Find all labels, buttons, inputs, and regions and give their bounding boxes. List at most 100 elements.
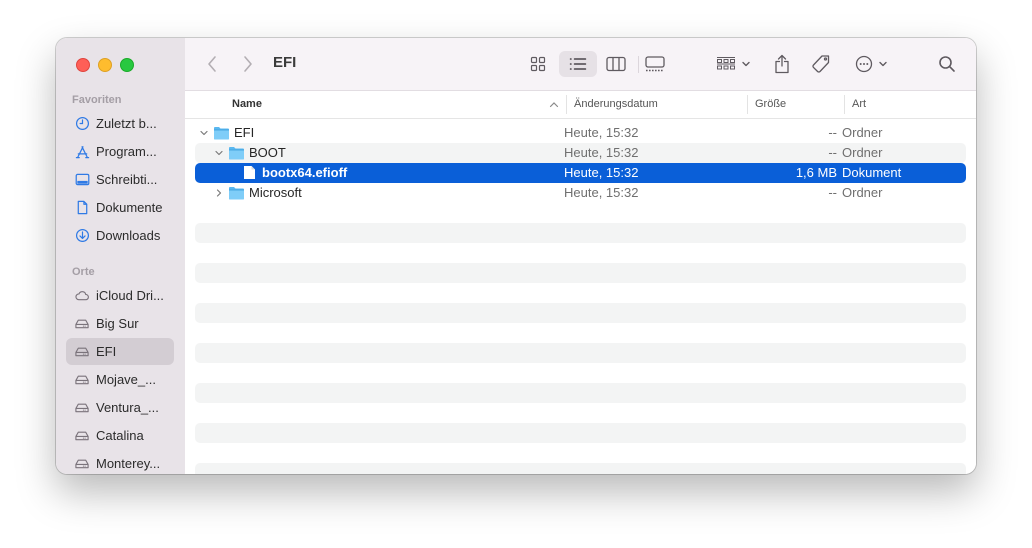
file-name: Microsoft (249, 185, 302, 200)
folder-icon (229, 186, 244, 199)
sidebar-item-label: Program... (96, 144, 157, 159)
kind-cell: Dokument (842, 165, 902, 180)
back-icon (208, 56, 216, 72)
icon-view-button[interactable] (525, 51, 551, 77)
group-button[interactable] (713, 51, 753, 77)
name-cell: EFI (199, 125, 254, 140)
more-actions-button[interactable] (851, 51, 891, 77)
sidebar-item-ventura[interactable]: Ventura_... (66, 394, 174, 421)
sidebar-item-monterey[interactable]: Monterey... (66, 450, 174, 474)
kind-cell: Ordner (842, 145, 883, 160)
date-cell: Heute, 15:32 (564, 185, 639, 200)
column-name[interactable]: Name (232, 98, 262, 110)
chevron-right-icon[interactable] (214, 188, 224, 198)
sidebar-item-label: Zuletzt b... (96, 116, 157, 131)
sidebar-item-label: Schreibti... (96, 172, 158, 187)
folder-icon (229, 146, 244, 159)
chevron-down-icon (878, 61, 887, 67)
sidebar-item-label: EFI (96, 344, 117, 359)
list-view-button[interactable] (559, 51, 597, 77)
cloud-icon (74, 288, 90, 304)
toolbar: EFI (185, 38, 976, 91)
size-cell: 1,6 MB (795, 165, 837, 180)
column-size[interactable]: Größe (755, 98, 786, 110)
empty-row-stripe (195, 383, 966, 403)
tags-button[interactable] (809, 51, 833, 77)
sidebar-item-label: Dokumente (96, 200, 163, 215)
chevron-down-icon[interactable] (199, 128, 209, 138)
name-cell: Microsoft (214, 185, 302, 200)
sidebar-item-mojave[interactable]: Mojave_... (66, 366, 174, 393)
drive-icon (74, 456, 90, 472)
sidebar-item-efi[interactable]: EFI (66, 338, 174, 365)
column-view-button[interactable] (603, 51, 629, 77)
file-name: BOOT (249, 145, 286, 160)
sidebar-item-label: Monterey... (96, 456, 161, 471)
sidebar-item-label: Catalina (96, 428, 144, 443)
zoom-button[interactable] (120, 58, 134, 72)
sidebar-item-big-sur[interactable]: Big Sur (66, 310, 174, 337)
drive-icon (74, 372, 90, 388)
forward-button[interactable] (237, 51, 259, 77)
document-icon (74, 200, 90, 216)
sort-ascending-icon[interactable] (549, 101, 559, 108)
share-icon (775, 54, 789, 74)
drive-icon (74, 344, 90, 360)
share-button[interactable] (771, 51, 793, 77)
group-icon (716, 57, 735, 70)
file-row-efi[interactable]: EFI Heute, 15:32 -- Ordner (195, 123, 966, 143)
column-divider[interactable] (566, 95, 567, 114)
forward-icon (244, 56, 252, 72)
window-controls (76, 58, 134, 72)
name-cell: BOOT (214, 145, 286, 160)
kind-cell: Ordner (842, 185, 883, 200)
sidebar: Favoriten Zuletzt b... Program... Schrei… (56, 38, 186, 474)
sidebar-item-downloads[interactable]: Downloads (66, 222, 174, 249)
file-icon (244, 166, 255, 179)
file-row-microsoft[interactable]: Microsoft Heute, 15:32 -- Ordner (195, 183, 966, 203)
list-view-icon (569, 58, 587, 70)
column-kind[interactable]: Art (852, 98, 866, 110)
sidebar-heading-locations: Orte (72, 266, 95, 278)
main-content: EFI Name Änderungsdatum Größe Art EFI He… (185, 38, 976, 474)
column-date[interactable]: Änderungsdatum (574, 98, 658, 110)
sidebar-item-label: Big Sur (96, 316, 139, 331)
search-button[interactable] (935, 51, 959, 77)
column-divider[interactable] (747, 95, 748, 114)
tag-icon (812, 55, 830, 73)
sidebar-item-desktop[interactable]: Schreibti... (66, 166, 174, 193)
column-header: Name Änderungsdatum Größe Art (185, 91, 976, 119)
gallery-view-icon (645, 56, 665, 72)
gallery-view-button[interactable] (640, 51, 670, 77)
sidebar-item-catalina[interactable]: Catalina (66, 422, 174, 449)
empty-row-stripe (195, 303, 966, 323)
drive-icon (74, 400, 90, 416)
desktop-icon (74, 172, 90, 188)
empty-row-stripe (195, 223, 966, 243)
date-cell: Heute, 15:32 (564, 125, 639, 140)
chevron-down-icon[interactable] (214, 148, 224, 158)
back-button[interactable] (201, 51, 223, 77)
sidebar-item-applications[interactable]: Program... (66, 138, 174, 165)
sidebar-item-label: Mojave_... (96, 372, 156, 387)
file-name: EFI (234, 125, 255, 140)
sidebar-item-documents[interactable]: Dokumente (66, 194, 174, 221)
file-row-boot[interactable]: BOOT Heute, 15:32 -- Ordner (195, 143, 966, 163)
size-cell: -- (828, 185, 837, 200)
close-button[interactable] (76, 58, 90, 72)
sidebar-item-recents[interactable]: Zuletzt b... (66, 110, 174, 137)
sidebar-item-icloud-drive[interactable]: iCloud Dri... (66, 282, 174, 309)
more-icon (855, 55, 872, 73)
chevron-down-icon (741, 61, 750, 67)
toolbar-separator (638, 56, 639, 73)
empty-row-stripe (195, 423, 966, 443)
column-divider[interactable] (844, 95, 845, 114)
search-icon (939, 56, 955, 72)
file-row-bootx64-efioff[interactable]: bootx64.efioff Heute, 15:32 1,6 MB Dokum… (195, 163, 966, 183)
window-title: EFI (273, 54, 297, 71)
kind-cell: Ordner (842, 125, 883, 140)
icon-view-icon (530, 56, 546, 72)
column-view-icon (606, 56, 626, 72)
minimize-button[interactable] (98, 58, 112, 72)
download-icon (74, 228, 90, 244)
